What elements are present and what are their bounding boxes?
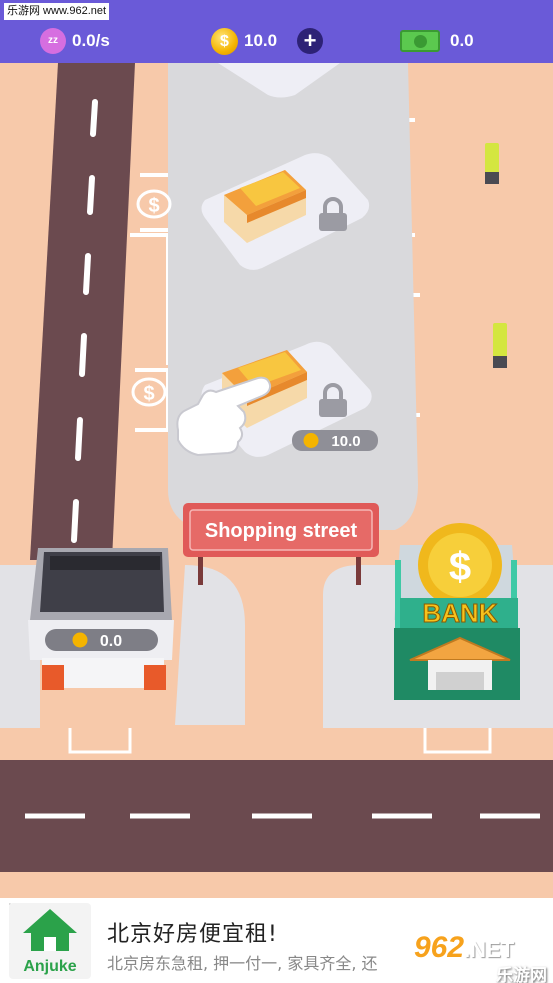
cash-stack-icon — [400, 30, 440, 52]
store-building[interactable]: 0.0 — [28, 548, 174, 690]
watermark-logo: 962 — [414, 931, 465, 964]
cash-balance-value: 0.0 — [450, 31, 474, 50]
streetlight-marker — [493, 323, 507, 359]
ad-title[interactable]: 北京好房便宜租! — [107, 916, 278, 948]
svg-text:10.0: 10.0 — [331, 433, 360, 450]
energy-icon: zz — [40, 28, 66, 54]
shopping-plaza — [168, 63, 418, 530]
left-sidewalk-block — [175, 565, 245, 725]
svg-text:$: $ — [148, 195, 159, 217]
streetlight-marker — [485, 143, 499, 175]
svg-text:0.0: 0.0 — [100, 633, 122, 650]
house-icon — [23, 909, 77, 951]
corner-watermark: 962.NET 乐游网 — [414, 925, 553, 983]
city-map[interactable]: $ $ 10.0 0.0 $ BANK Shopping street — [0, 63, 553, 898]
ad-brand-logo[interactable]: Anjuke — [9, 903, 91, 979]
bank-building[interactable]: $ BANK — [394, 523, 520, 700]
svg-text:$: $ — [449, 545, 471, 589]
shopping-street-sign: Shopping street — [183, 503, 379, 557]
coin-icon: $ — [211, 27, 238, 55]
watermark-site: 乐游网 — [496, 966, 547, 983]
sign-text: Shopping street — [205, 520, 358, 542]
add-coins-button[interactable]: + — [297, 28, 324, 54]
cash-balance: 0.0 — [400, 24, 474, 58]
site-watermark: 乐游网 www.962.net — [4, 3, 110, 20]
shop-lot-price-tag: 10.0 — [292, 430, 378, 451]
watermark-logo-suffix: .NET — [464, 937, 515, 962]
game-scene[interactable]: $ $ 10.0 0.0 $ BANK Shopping street — [0, 63, 553, 898]
coin-balance-value: 10.0 — [244, 31, 278, 50]
energy-rate-indicator: zz 0.0/s — [40, 24, 110, 58]
ad-subtitle: 北京房东急租, 押一付一, 家具齐全, 还 — [107, 954, 378, 973]
coin-balance: $ 10.0 + — [211, 24, 324, 58]
svg-text:$: $ — [143, 383, 154, 405]
energy-rate-value: 0.0/s — [72, 31, 110, 50]
bank-label: BANK — [422, 598, 497, 628]
store-counter-badge: 0.0 — [45, 629, 158, 651]
ad-brand-name: Anjuke — [23, 958, 77, 975]
